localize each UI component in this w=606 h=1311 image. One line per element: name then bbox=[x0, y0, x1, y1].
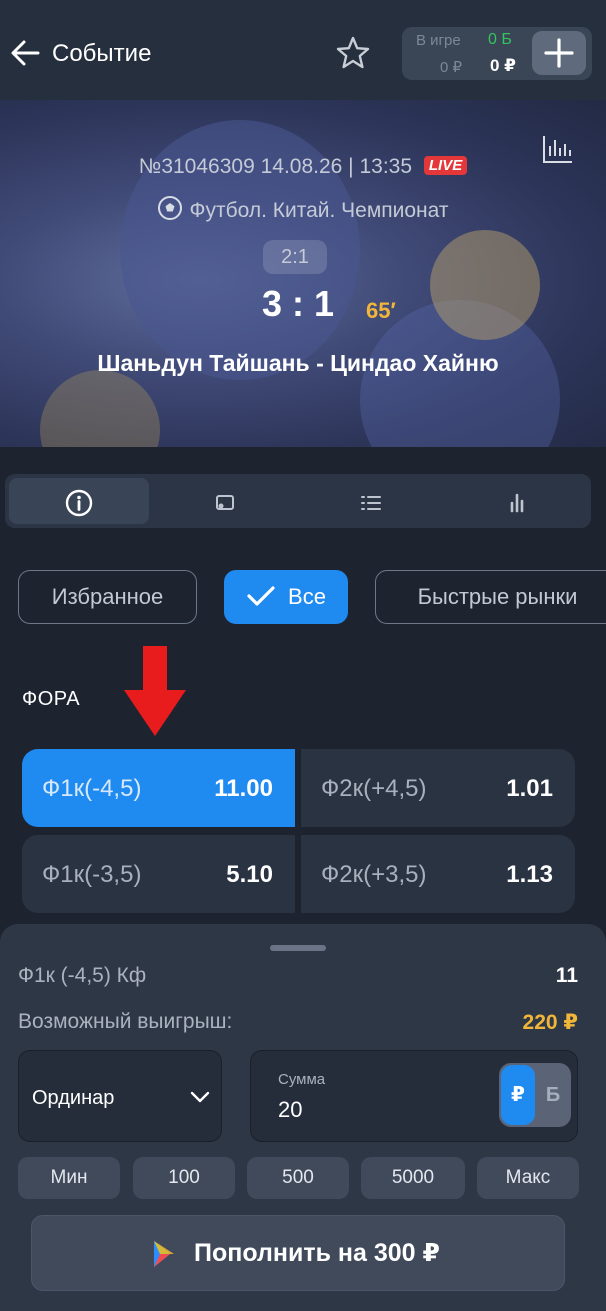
quick-amount-100[interactable]: 100 bbox=[133, 1157, 235, 1199]
app-header: Событие В игре 0 ₽ 0 Б 0 ₽ bbox=[0, 0, 606, 100]
chevron-down-icon bbox=[190, 1091, 210, 1103]
bet-type-value: Ординар bbox=[32, 1087, 115, 1109]
possible-win-value: 220 ₽ bbox=[522, 1011, 578, 1034]
tab-markets[interactable] bbox=[301, 478, 441, 524]
odd-label: Ф2к(+4,5) bbox=[321, 775, 427, 802]
odd-value: 11.00 bbox=[214, 775, 273, 802]
filter-all[interactable]: Все bbox=[224, 570, 348, 624]
match-minute: 65′ bbox=[366, 298, 396, 323]
event-meta: №31046309 14.08.26 | 13:35 LIVE bbox=[0, 155, 606, 179]
filter-quick-markets[interactable]: Быстрые рынки bbox=[375, 570, 606, 624]
currency-toggle[interactable]: ₽ Б bbox=[499, 1063, 571, 1127]
red-arrow-annotation bbox=[124, 646, 186, 736]
amount-value[interactable]: 20 bbox=[278, 1097, 302, 1123]
drag-handle[interactable] bbox=[270, 945, 326, 951]
balance-widget[interactable]: В игре 0 ₽ 0 Б 0 ₽ bbox=[402, 27, 592, 80]
teams: Шаньдун Тайшань - Циндао Хайню bbox=[97, 350, 499, 376]
slip-coef: 11 bbox=[555, 964, 578, 987]
odd-label: Ф1к(-3,5) bbox=[42, 861, 142, 888]
bet-type-select[interactable]: Ординар bbox=[18, 1050, 222, 1142]
odd-button[interactable]: Ф2к(+3,5) 1.13 bbox=[301, 835, 575, 913]
odd-button[interactable]: Ф1к(-3,5) 5.10 bbox=[22, 835, 295, 913]
filter-all-label: Все bbox=[288, 584, 326, 609]
filter-favorites[interactable]: Избранное bbox=[18, 570, 197, 624]
currency-bonus-option[interactable]: Б bbox=[537, 1065, 569, 1125]
football-icon bbox=[158, 196, 183, 220]
odd-label: Ф2к(+3,5) bbox=[321, 861, 427, 888]
tab-statistics[interactable] bbox=[447, 478, 587, 524]
quick-amount-500[interactable]: 500 bbox=[247, 1157, 349, 1199]
amount-label: Сумма bbox=[278, 1071, 326, 1088]
tab-broadcast[interactable] bbox=[155, 478, 295, 524]
plus-icon bbox=[544, 38, 574, 68]
info-icon bbox=[65, 489, 93, 517]
event-banner: №31046309 14.08.26 | 13:35 LIVE Футбол. … bbox=[0, 100, 606, 447]
bar-chart-icon bbox=[510, 493, 524, 513]
odd-label: Ф1к(-4,5) bbox=[42, 775, 142, 802]
market-title: ФОРА bbox=[22, 688, 81, 710]
slip-bet-label: Ф1к (-4,5) Кф bbox=[18, 964, 147, 987]
score: 3 : 1 bbox=[261, 283, 335, 324]
favorite-star-icon[interactable] bbox=[334, 34, 372, 72]
live-badge: LIVE bbox=[423, 156, 468, 175]
bet-slip: Ф1к (-4,5) Кф 11 Возможный выигрыш: 220 … bbox=[0, 924, 606, 1311]
list-icon bbox=[361, 496, 381, 510]
banner-decoration bbox=[40, 370, 160, 447]
deposit-button[interactable]: Пополнить на 300 ₽ bbox=[31, 1215, 565, 1291]
sport-league: Футбол. Китай. Чемпионат bbox=[189, 199, 449, 222]
odd-value: 1.01 bbox=[506, 775, 553, 802]
check-icon bbox=[247, 586, 275, 606]
deposit-label: Пополнить на 300 ₽ bbox=[194, 1239, 440, 1267]
quick-amount-max[interactable]: Макс bbox=[477, 1157, 579, 1199]
event-tabbar bbox=[5, 474, 591, 528]
tv-icon bbox=[216, 495, 234, 510]
quick-amount-min[interactable]: Мин bbox=[18, 1157, 120, 1199]
possible-win-label: Возможный выигрыш: bbox=[18, 1010, 233, 1033]
payment-logo-icon bbox=[154, 1241, 174, 1267]
back-arrow-icon[interactable] bbox=[8, 36, 42, 70]
tab-info[interactable] bbox=[9, 478, 149, 524]
page-title: Событие bbox=[52, 40, 152, 67]
half-score: 2:1 bbox=[263, 240, 327, 274]
bonus-balance: 0 Б bbox=[488, 31, 512, 48]
add-funds-button[interactable] bbox=[532, 31, 586, 75]
event-id-datetime: №31046309 14.08.26 | 13:35 bbox=[138, 155, 413, 178]
odd-value: 1.13 bbox=[506, 861, 553, 888]
in-game-label: В игре bbox=[416, 32, 461, 49]
amount-field[interactable]: Сумма 20 ₽ Б bbox=[250, 1050, 578, 1142]
in-game-value: 0 ₽ bbox=[440, 59, 463, 76]
real-balance: 0 ₽ bbox=[490, 56, 517, 75]
quick-amount-5000[interactable]: 5000 bbox=[361, 1157, 465, 1199]
odd-value: 5.10 bbox=[226, 861, 273, 888]
odd-button[interactable]: Ф1к(-4,5) 11.00 bbox=[22, 749, 295, 827]
currency-rub-option[interactable]: ₽ bbox=[501, 1065, 535, 1125]
odd-button[interactable]: Ф2к(+4,5) 1.01 bbox=[301, 749, 575, 827]
sport-line: Футбол. Китай. Чемпионат bbox=[0, 195, 606, 223]
